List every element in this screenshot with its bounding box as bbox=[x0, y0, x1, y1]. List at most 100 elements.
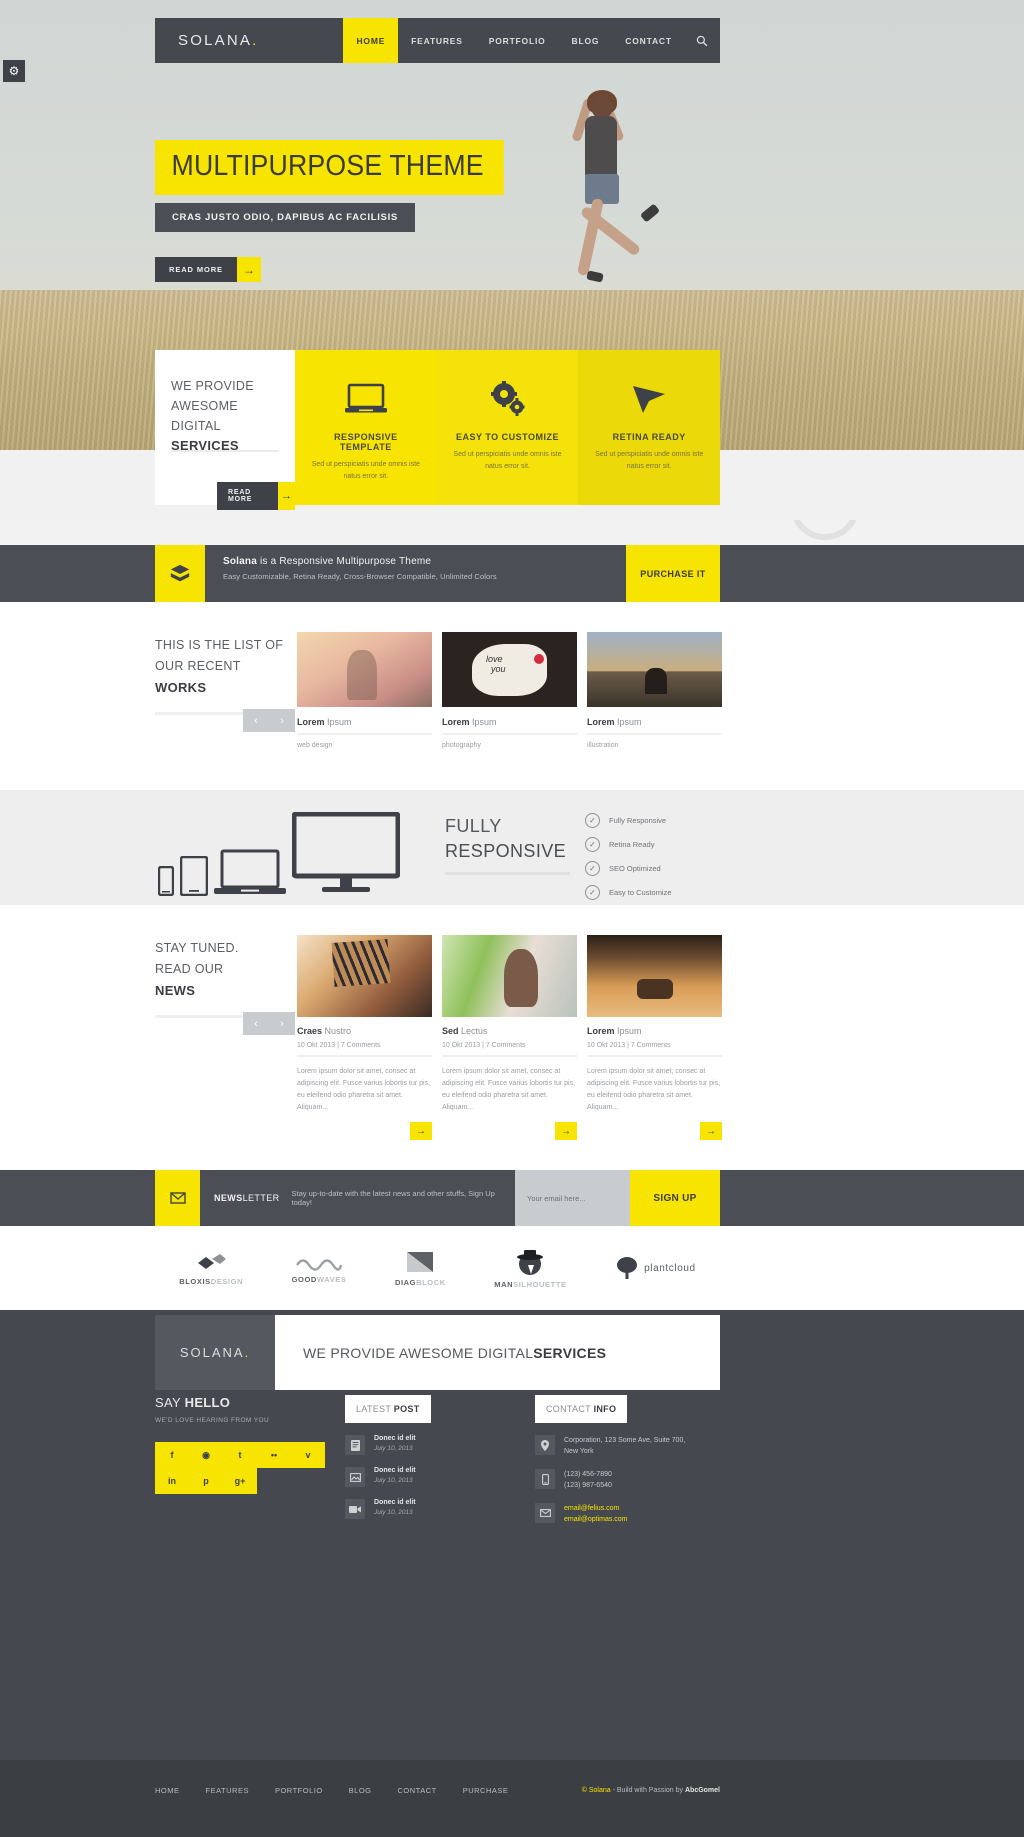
footer-nav-home[interactable]: HOME bbox=[155, 1786, 180, 1795]
contact-email-line1[interactable]: email@felius.com bbox=[564, 1505, 619, 1512]
footer-post-item[interactable]: Donec id elit July 10, 2013 bbox=[345, 1499, 535, 1519]
footer-nav-portfolio[interactable]: PORTFOLIO bbox=[275, 1786, 323, 1795]
footer-nav-purchase[interactable]: PURCHASE bbox=[463, 1786, 509, 1795]
services-intro-line1: WE PROVIDE bbox=[171, 379, 254, 393]
carousel-prev-icon[interactable]: ‹ bbox=[254, 715, 258, 727]
footer-nav-blog[interactable]: BLOG bbox=[349, 1786, 372, 1795]
jumping-woman-photo bbox=[545, 80, 685, 320]
news-thumbnail bbox=[587, 935, 722, 1017]
contact-phone-line2: (123) 987-6540 bbox=[564, 1482, 612, 1489]
contact-email-line2[interactable]: email@optimas.com bbox=[564, 1516, 628, 1523]
work-title-bold: Lorem bbox=[297, 717, 325, 727]
page-root: 六一图网 六一图网 六一图网 六一图网 六一图网 六一图网 六一图网 六一图网 … bbox=[0, 0, 1024, 1837]
arrow-right-icon: → bbox=[236, 257, 261, 282]
client-logo-diagblock[interactable]: DIAGBLOCK bbox=[395, 1250, 446, 1287]
news-card[interactable]: Craes Nustro 10 Okt 2013 | 7 Comments Lo… bbox=[297, 935, 432, 1140]
fully-responsive-title: FULLY RESPONSIVE bbox=[445, 814, 566, 864]
fr-title-line1: FULLY bbox=[445, 816, 502, 836]
work-card[interactable]: Lorem Ipsum illustration bbox=[587, 632, 722, 749]
diagonal-icon bbox=[407, 1251, 434, 1272]
service-card-responsive[interactable]: RESPONSIVE TEMPLATE Sed ut perspiciatis … bbox=[295, 350, 437, 505]
news-read-more-arrow-icon[interactable]: → bbox=[700, 1122, 722, 1140]
carousel-next-icon[interactable]: › bbox=[280, 715, 284, 727]
waves-icon bbox=[296, 1258, 343, 1271]
divider bbox=[587, 1055, 722, 1057]
envelope-icon bbox=[155, 1170, 200, 1226]
fr-feature-list: ✓ Fully Responsive ✓ Retina Ready ✓ SEO … bbox=[585, 808, 672, 904]
news-card[interactable]: Lorem Ipsum 10 Okt 2013 | 7 Comments Lor… bbox=[587, 935, 722, 1140]
footer-post-item[interactable]: Donec id elit July 10, 2013 bbox=[345, 1467, 535, 1487]
work-card[interactable]: love you Lorem Ipsum photography bbox=[442, 632, 577, 749]
footer-claim: WE PROVIDE AWESOME DIGITAL SERVICES bbox=[275, 1315, 720, 1390]
news-card[interactable]: Sed Lectus 10 Okt 2013 | 7 Comments Lore… bbox=[442, 935, 577, 1140]
news-excerpt: Lorem ipsum dolor sit amet, consec at ad… bbox=[587, 1068, 721, 1111]
nav-item-contact[interactable]: CONTACT bbox=[612, 18, 685, 63]
client-name-light: SILHOUETTE bbox=[513, 1279, 567, 1289]
nav-item-portfolio[interactable]: PORTFOLIO bbox=[476, 18, 559, 63]
client-logo-mansilhouette[interactable]: MANSILHOUETTE bbox=[494, 1248, 566, 1289]
divider bbox=[297, 733, 432, 735]
twitter-icon[interactable]: t bbox=[223, 1442, 257, 1468]
news-read-more-arrow-icon[interactable]: → bbox=[555, 1122, 577, 1140]
service-card-customize[interactable]: EASY TO CUSTOMIZE Sed ut perspiciatis un… bbox=[436, 350, 579, 505]
contact-address-line1: Corporation, 123 Some Ave, Suite 700, bbox=[564, 1437, 686, 1444]
services-strip: WE PROVIDE AWESOME DIGITAL SERVICES READ… bbox=[155, 350, 721, 510]
site-logo[interactable]: SOLANA. bbox=[155, 18, 343, 63]
footer-logo[interactable]: SOLANA. bbox=[155, 1315, 275, 1390]
pinterest-icon[interactable]: p bbox=[189, 1468, 223, 1494]
gear-icon[interactable]: ⚙ bbox=[3, 60, 25, 82]
news-read-more-arrow-icon[interactable]: → bbox=[410, 1122, 432, 1140]
nav-item-blog[interactable]: BLOG bbox=[559, 18, 613, 63]
client-logo-plantcloud[interactable]: plantcloud bbox=[615, 1256, 696, 1280]
nav-item-home[interactable]: HOME bbox=[343, 18, 399, 63]
footer-nav-features[interactable]: FEATURES bbox=[206, 1786, 249, 1795]
man-hat-icon bbox=[517, 1249, 544, 1275]
nav-item-features[interactable]: FEATURES bbox=[398, 18, 476, 63]
footer-contact-email: email@felius.com email@optimas.com bbox=[535, 1503, 720, 1525]
newsletter-label-rest: LETTER bbox=[242, 1193, 280, 1203]
phone-icon bbox=[535, 1469, 555, 1489]
divider bbox=[442, 733, 577, 735]
fr-feature-item: ✓ Fully Responsive bbox=[585, 808, 672, 832]
works-carousel-controls: ‹ › bbox=[243, 709, 295, 732]
footer-claim-light: WE PROVIDE AWESOME DIGITAL bbox=[303, 1344, 534, 1361]
dribbble-icon[interactable]: ◉ bbox=[189, 1442, 223, 1468]
device-icons-group bbox=[158, 812, 400, 896]
googleplus-icon[interactable]: g+ bbox=[223, 1468, 257, 1494]
work-title-rest: Ipsum bbox=[614, 717, 642, 727]
hero-title: MULTIPURPOSE THEME bbox=[155, 140, 504, 195]
footer-post-title: Donec id elit bbox=[374, 1467, 416, 1474]
flickr-icon[interactable]: •• bbox=[257, 1442, 291, 1468]
newsletter-signup-button[interactable]: SIGN UP bbox=[630, 1170, 720, 1226]
facebook-icon[interactable]: f bbox=[155, 1442, 189, 1468]
fr-feature-item: ✓ Easy to Customize bbox=[585, 880, 672, 904]
client-logo-bloxis[interactable]: BLOXISDESIGN bbox=[179, 1251, 243, 1286]
services-read-more-button[interactable]: READ MORE → bbox=[217, 482, 295, 510]
footer-post-date: July 10, 2013 bbox=[374, 1445, 413, 1452]
client-logo-goodwaves[interactable]: GOODWAVES bbox=[292, 1253, 347, 1284]
news-carousel-controls: ‹ › bbox=[243, 1012, 295, 1035]
footer-post-item[interactable]: Donec id elit July 10, 2013 bbox=[345, 1435, 535, 1455]
carousel-next-icon[interactable]: › bbox=[280, 1018, 284, 1030]
fr-feature-label: Easy to Customize bbox=[609, 887, 672, 897]
footer-nav-contact[interactable]: CONTACT bbox=[398, 1786, 437, 1795]
news-excerpt: Lorem ipsum dolor sit amet, consec at ad… bbox=[297, 1068, 431, 1111]
linkedin-icon[interactable]: in bbox=[155, 1468, 189, 1494]
service-card-title: RESPONSIVE TEMPLATE bbox=[334, 432, 398, 452]
work-category: photography bbox=[442, 742, 481, 749]
search-icon[interactable] bbox=[685, 18, 720, 63]
work-card[interactable]: Lorem Ipsum web design bbox=[297, 632, 432, 749]
news-meta: 10 Okt 2013 | 7 Comments bbox=[442, 1042, 526, 1049]
client-name-bold: DIAG bbox=[394, 1277, 417, 1287]
purchase-title-bold: Solana bbox=[223, 556, 257, 567]
say-hello-sub: WE'D LOVE HEARING FROM YOU bbox=[155, 1417, 270, 1424]
carousel-prev-icon[interactable]: ‹ bbox=[254, 1018, 258, 1030]
newsletter-email-input[interactable]: Your email here... bbox=[515, 1170, 630, 1226]
works-section: THIS IS THE LIST OF OUR RECENT WORKS ‹ ›… bbox=[0, 602, 1024, 790]
vimeo-icon[interactable]: v bbox=[291, 1442, 325, 1468]
service-card-retina[interactable]: RETINA READY Sed ut perspiciatis unde om… bbox=[578, 350, 721, 505]
hero-read-more-button[interactable]: READ MORE → bbox=[155, 257, 261, 282]
purchase-button[interactable]: PURCHASE IT bbox=[626, 545, 720, 602]
news-title-rest: Ipsum bbox=[614, 1026, 642, 1036]
site-footer: SOLANA. WE PROVIDE AWESOME DIGITAL SERVI… bbox=[0, 1310, 1024, 1760]
